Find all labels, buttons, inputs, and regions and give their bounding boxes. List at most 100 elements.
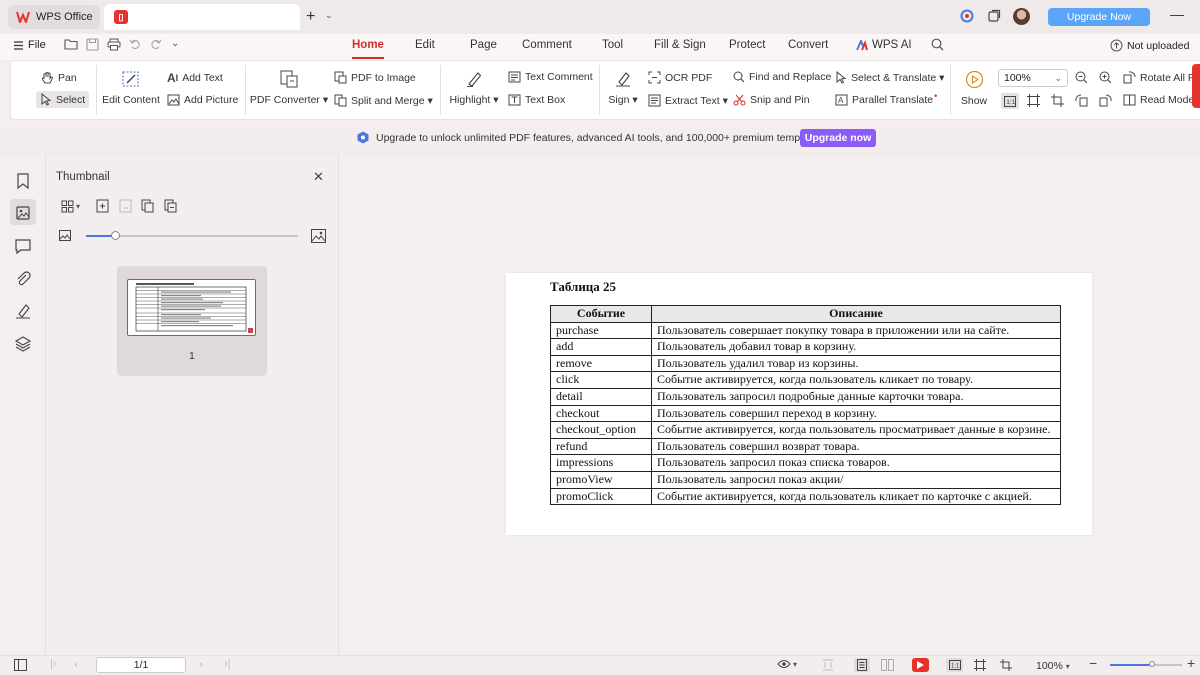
crop-status-icon[interactable] [1000, 659, 1012, 671]
cloud-status[interactable]: Not uploaded [1110, 39, 1189, 52]
fit-page-status-icon[interactable] [974, 659, 986, 671]
parallel-translate-button[interactable]: A Parallel Translate • [835, 91, 937, 106]
highlight-button[interactable]: Highlight ▾ [448, 70, 500, 106]
attachment-icon[interactable] [14, 270, 32, 288]
picture-icon [167, 94, 180, 106]
side-panel-toggle[interactable] [1192, 64, 1200, 108]
copy-page-icon[interactable] [164, 199, 177, 213]
read-mode-label: Read Mode [1140, 94, 1195, 106]
new-tab-button[interactable]: + [306, 8, 315, 26]
add-text-button[interactable]: AI Add Text [167, 71, 223, 85]
insert-page-icon[interactable] [96, 199, 109, 213]
two-page-icon[interactable] [881, 659, 894, 671]
last-page-icon[interactable]: ›| [224, 658, 231, 670]
previous-page-icon[interactable]: ‹ [74, 657, 78, 671]
extract-page-icon[interactable] [119, 199, 132, 213]
slider-handle[interactable] [111, 231, 120, 240]
play-slideshow-icon[interactable] [912, 658, 929, 672]
user-avatar[interactable] [1013, 8, 1030, 25]
zoom-level[interactable]: 100% ▾ [1036, 660, 1070, 672]
pdf-converter-button[interactable]: PDF Converter ▾ [250, 70, 328, 106]
tab-tool[interactable]: Tool [602, 39, 623, 51]
undo-icon[interactable] [129, 38, 141, 50]
actual-size-icon[interactable]: 1:1 [1001, 93, 1019, 109]
tab-wps-office-label: WPS Office [36, 11, 93, 23]
pan-label: Pan [58, 72, 77, 84]
show-button[interactable]: Show [959, 70, 989, 107]
first-page-icon[interactable]: |‹ [50, 658, 57, 670]
read-mode-button[interactable]: Read Mode [1123, 94, 1194, 106]
pdf-to-image-button[interactable]: PDF to Image [334, 71, 416, 84]
extract-text-button[interactable]: Extract Text ▾ [648, 94, 728, 107]
tab-fill-sign[interactable]: Fill & Sign [654, 39, 706, 51]
fit-width-icon[interactable] [822, 659, 834, 671]
table-row: promoView Пользователь запросил показ акц… [550, 470, 1061, 489]
select-button[interactable]: Select [36, 91, 90, 108]
actual-size-status-icon[interactable]: 1:1 [946, 658, 963, 672]
page-number-input[interactable]: 1/1 [96, 657, 186, 673]
signature-icon[interactable] [14, 302, 32, 320]
search-icon[interactable] [931, 38, 944, 51]
toggle-sidebar-icon[interactable] [14, 659, 27, 671]
rotate-right-icon[interactable] [1099, 94, 1112, 107]
ocr-pdf-button[interactable]: OCR PDF [648, 71, 712, 84]
edit-content-icon [121, 70, 141, 88]
text-box-button[interactable]: Text Box [508, 94, 565, 106]
banner-upgrade-button[interactable]: Upgrade now [800, 129, 876, 147]
minimize-button[interactable]: — [1170, 6, 1184, 22]
single-page-icon[interactable] [854, 658, 870, 672]
tab-wps-office[interactable]: WPS Office [8, 5, 100, 29]
text-comment-label: Text Comment [525, 71, 593, 83]
view-mode-button[interactable]: ▾ [777, 659, 797, 669]
zoom-slider-handle[interactable] [1149, 661, 1155, 667]
file-menu[interactable]: File [14, 39, 46, 51]
zoom-select[interactable]: 100% ⌄ [998, 69, 1068, 87]
upgrade-now-button[interactable]: Upgrade Now [1048, 8, 1150, 26]
snip-pin-button[interactable]: Snip and Pin [733, 94, 810, 106]
layers-icon[interactable] [14, 335, 32, 353]
zoom-in-icon[interactable] [1099, 71, 1112, 84]
ai-assistant-icon[interactable] [960, 9, 974, 23]
tab-comment[interactable]: Comment [522, 39, 572, 51]
tab-convert[interactable]: Convert [788, 39, 828, 51]
small-thumbnail-icon[interactable] [59, 230, 71, 241]
find-replace-button[interactable]: Find and Replace [733, 71, 831, 83]
open-folder-icon[interactable] [64, 38, 78, 51]
thumbnail-layout-button[interactable]: ▾ [61, 200, 80, 213]
split-merge-button[interactable]: Split and Merge ▾ [334, 94, 433, 107]
sign-button[interactable]: Sign ▾ [606, 70, 640, 106]
next-page-icon[interactable]: › [199, 657, 203, 671]
rotate-all-pages-button[interactable]: Rotate All Pag [1123, 71, 1200, 84]
tab-edit[interactable]: Edit [415, 39, 435, 51]
bookmark-icon[interactable] [14, 172, 32, 190]
large-thumbnail-icon[interactable] [311, 229, 326, 243]
close-icon[interactable]: ✕ [313, 169, 324, 185]
thumbnail-icon[interactable] [14, 204, 32, 222]
zoom-out-button[interactable]: − [1089, 655, 1097, 671]
zoom-out-icon[interactable] [1075, 71, 1088, 84]
comment-icon[interactable] [14, 237, 32, 255]
crop-icon[interactable] [1051, 94, 1064, 107]
tab-wps-ai[interactable]: WPS AI [856, 39, 912, 51]
replace-page-icon[interactable] [141, 199, 154, 213]
print-icon[interactable] [107, 38, 121, 51]
zoom-in-button[interactable]: + [1187, 655, 1195, 671]
window-switch-icon[interactable] [987, 9, 1001, 23]
column-header-event: Событие [550, 305, 652, 323]
tab-page[interactable]: Page [470, 39, 497, 51]
edit-content-button[interactable]: Edit Content [102, 70, 160, 106]
pdf-to-image-label: PDF to Image [351, 71, 416, 84]
tab-document[interactable]: ▯ [104, 4, 300, 30]
pan-button[interactable]: Pan [40, 71, 77, 85]
fit-page-icon[interactable] [1027, 94, 1040, 107]
text-comment-button[interactable]: Text Comment [508, 71, 593, 83]
tab-home[interactable]: Home [352, 39, 384, 51]
tab-list-dropdown-icon[interactable]: ⌄ [325, 10, 333, 21]
select-translate-button[interactable]: Select & Translate ▾ [835, 71, 944, 84]
tab-protect[interactable]: Protect [729, 39, 765, 51]
redo-icon[interactable] [150, 38, 162, 50]
rotate-left-icon[interactable] [1075, 94, 1088, 107]
more-quick-access-icon[interactable]: ⌄ [171, 38, 179, 49]
add-picture-button[interactable]: Add Picture [167, 94, 238, 106]
save-icon[interactable] [86, 38, 99, 51]
